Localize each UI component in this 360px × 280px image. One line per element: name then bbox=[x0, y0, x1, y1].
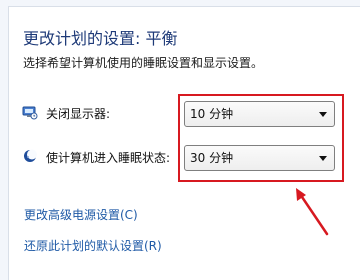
chevron-down-icon bbox=[319, 112, 327, 117]
sleep-label: 使计算机进入睡眠状态: bbox=[46, 151, 171, 165]
sleep-setting: 使计算机进入睡眠状态: bbox=[22, 147, 182, 169]
turn-off-display-setting: 关闭显示器: bbox=[22, 103, 182, 125]
chevron-down-icon bbox=[319, 156, 327, 161]
turn-off-display-dropdown[interactable]: 10 分钟 bbox=[184, 101, 335, 127]
sleep-value: 30 分钟 bbox=[190, 151, 234, 165]
moon-icon bbox=[24, 149, 37, 162]
restore-default-settings-link[interactable]: 还原此计划的默认设置(R) bbox=[24, 238, 162, 254]
page-title: 更改计划的设置: 平衡 bbox=[23, 29, 178, 48]
monitor-clock-icon bbox=[22, 106, 38, 120]
sleep-dropdown[interactable]: 30 分钟 bbox=[184, 145, 335, 171]
turn-off-display-label: 关闭显示器: bbox=[46, 107, 111, 121]
settings-description: 选择希望计算机使用的睡眠设置和显示设置。 bbox=[23, 56, 264, 70]
turn-off-display-value: 10 分钟 bbox=[190, 107, 234, 121]
advanced-power-settings-link[interactable]: 更改高级电源设置(C) bbox=[24, 207, 138, 223]
